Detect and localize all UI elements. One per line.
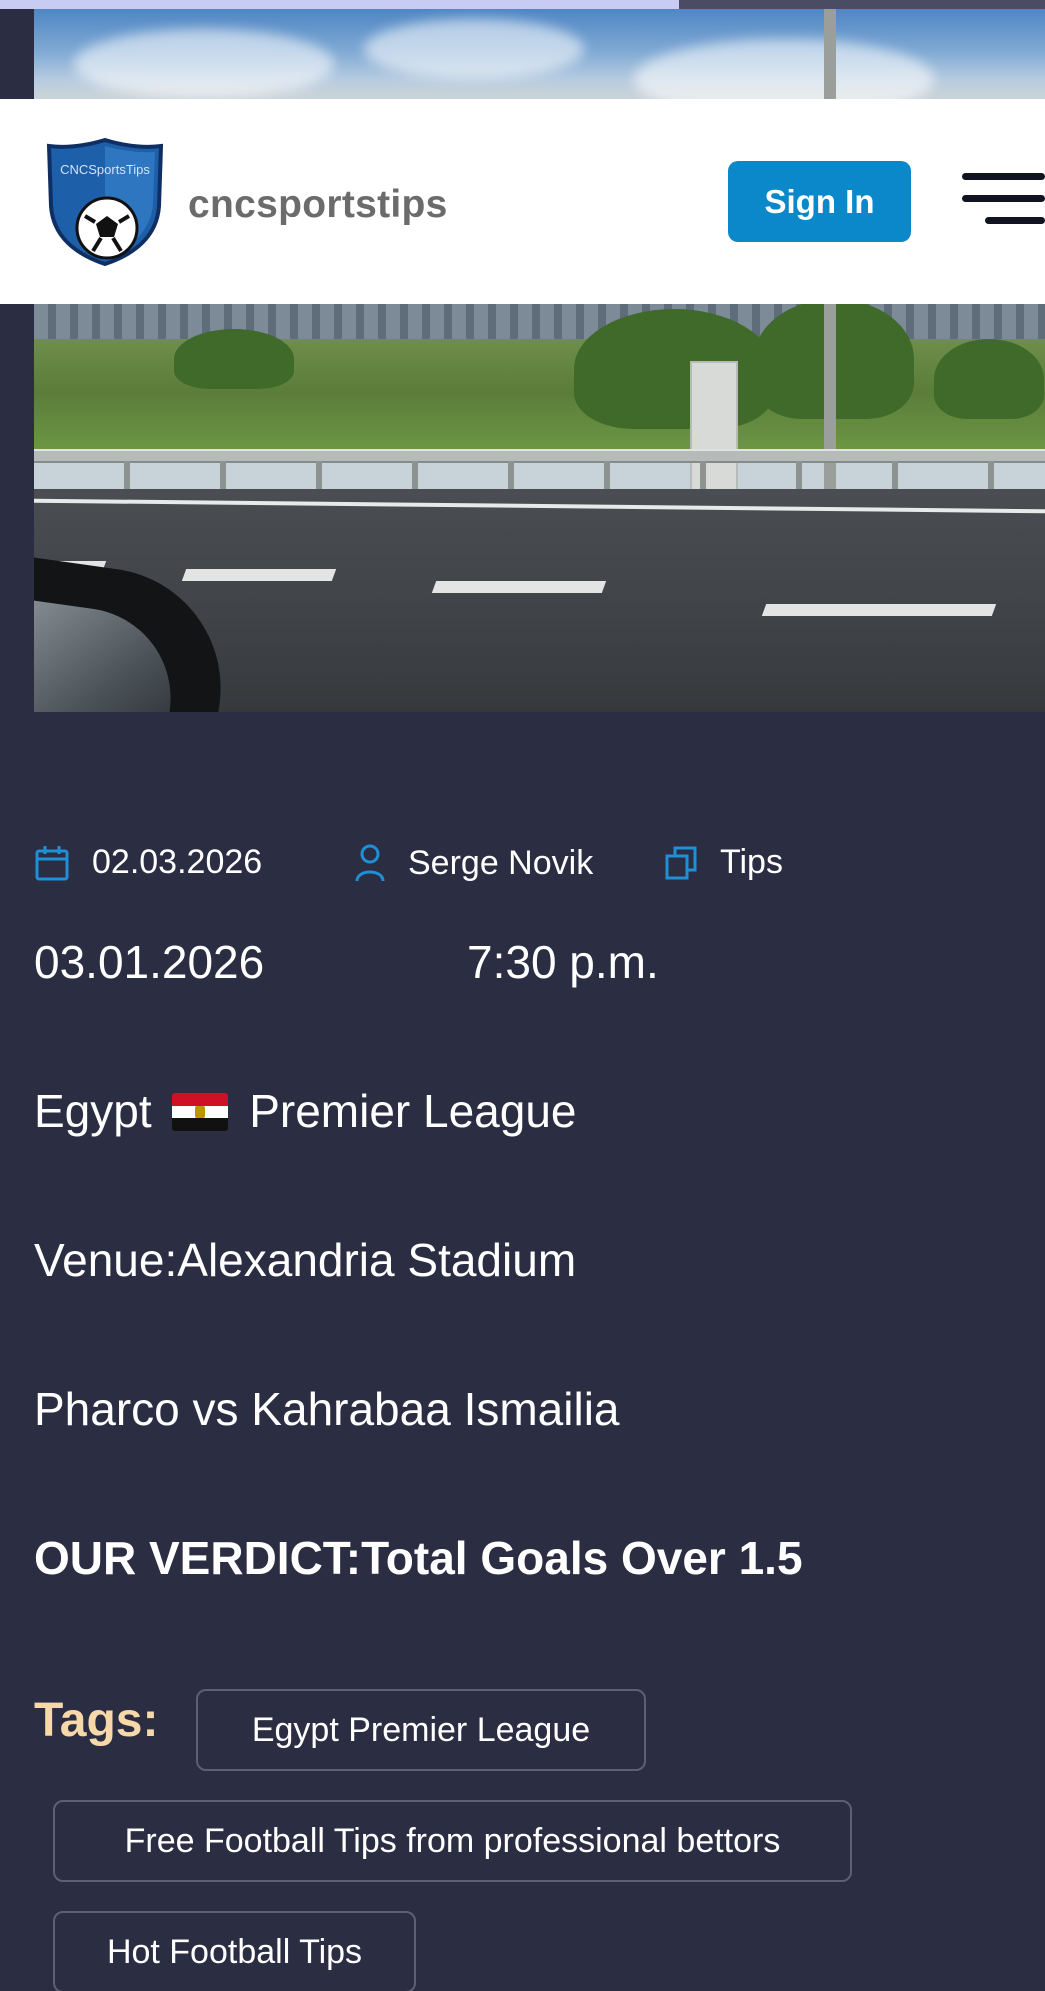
- post-author-text[interactable]: Serge Novik: [408, 844, 593, 883]
- site-logo[interactable]: CNCSportsTips: [45, 136, 165, 267]
- venue-text: Venue:Alexandria Stadium: [34, 1234, 577, 1286]
- post-author[interactable]: Serge Novik: [354, 843, 593, 883]
- match-time: 7:30 p.m.: [467, 936, 659, 988]
- reading-progress-bar: [0, 0, 1045, 9]
- tags-label: Tags:: [34, 1694, 159, 1747]
- copy-icon: [665, 846, 697, 879]
- post-meta: 02.03.2026 Serge Novik Tips: [34, 843, 1045, 887]
- post-category[interactable]: Tips: [664, 843, 783, 882]
- match-date: 03.01.2026: [34, 936, 265, 988]
- league-line: Egypt Premier League: [34, 1084, 577, 1138]
- tag-free-football-tips[interactable]: Free Football Tips from professional bet…: [53, 1800, 852, 1882]
- tag-hot-football-tips[interactable]: Hot Football Tips: [53, 1911, 416, 1991]
- hamburger-menu-icon[interactable]: [962, 169, 1045, 229]
- tag-egypt-premier-league[interactable]: Egypt Premier League: [196, 1689, 646, 1771]
- calendar-icon: [35, 845, 69, 880]
- soccer-ball-shield-icon: CNCSportsTips: [46, 137, 164, 267]
- sign-in-button[interactable]: Sign In: [728, 161, 911, 242]
- user-icon: [355, 844, 385, 882]
- verdict-text: OUR VERDICT:Total Goals Over 1.5: [34, 1532, 803, 1584]
- egypt-flag-icon: [172, 1093, 229, 1131]
- reading-progress-fill: [0, 0, 680, 9]
- match-teams: Pharco vs Kahrabaa Ismailia: [34, 1383, 620, 1435]
- page: CNCSportsTips cncsportstips Sign In 02.0…: [0, 0, 1045, 1991]
- league-country: Egypt: [34, 1085, 152, 1137]
- site-name[interactable]: cncsportstips: [188, 183, 448, 227]
- league-name: Premier League: [249, 1085, 577, 1137]
- post-date: 02.03.2026: [34, 843, 262, 882]
- logo-text: CNCSportsTips: [60, 162, 150, 177]
- post-category-text[interactable]: Tips: [720, 843, 783, 882]
- post-date-text: 02.03.2026: [92, 843, 263, 881]
- site-header: CNCSportsTips cncsportstips Sign In: [0, 99, 1045, 304]
